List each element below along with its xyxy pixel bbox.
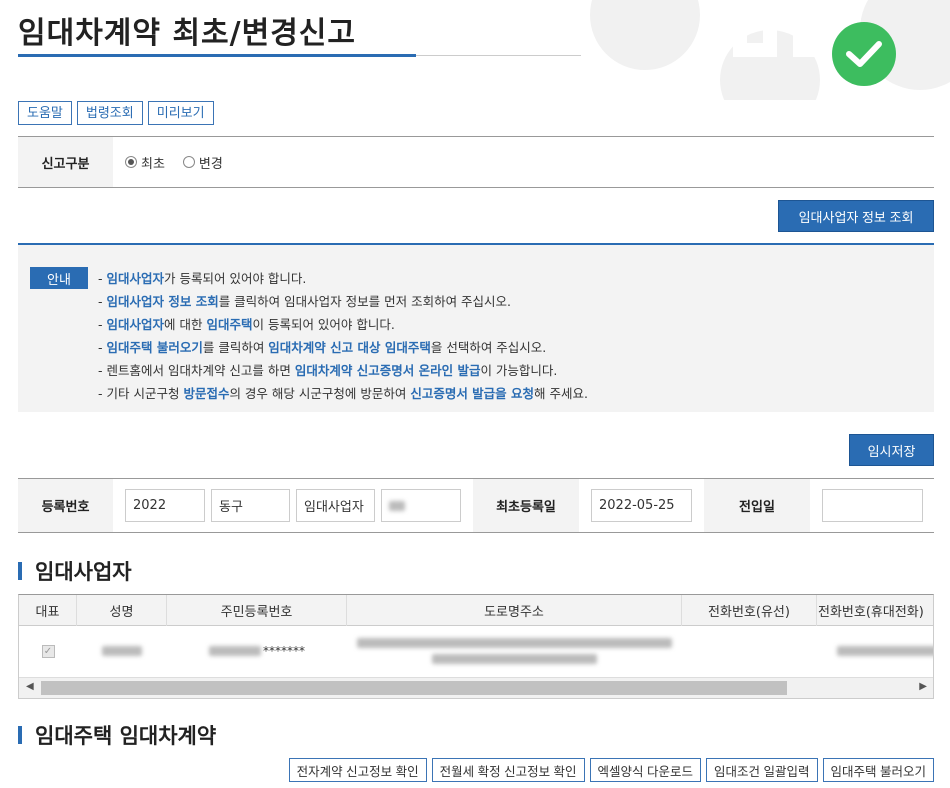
first-reg-date-field[interactable]: 2022-05-25	[591, 489, 692, 522]
move-in-label: 전입일	[704, 479, 810, 532]
lease-confirm-check-button[interactable]: 전월세 확정 신고정보 확인	[431, 758, 585, 782]
guide-highlight: 임대차계약 신고 대상 임대주택	[268, 340, 431, 355]
guide-text: 해 주세요.	[534, 386, 588, 401]
col-resident-id: 주민등록번호	[167, 595, 347, 626]
temp-save-button[interactable]: 임시저장	[849, 434, 934, 466]
col-phone: 전화번호(유선)	[682, 595, 817, 626]
report-type-row: 신고구분 최초 변경	[18, 136, 934, 188]
guide-text: 의 경우 해당 시군구청에 방문하여	[229, 386, 411, 401]
masked-id-prefix	[209, 646, 261, 656]
guide-highlight: 임대차계약 신고증명서 온라인 발급	[294, 363, 481, 378]
title-divider	[416, 55, 581, 56]
scroll-thumb[interactable]	[41, 681, 787, 695]
guide-text: 를 클릭하여 임대사업자 정보를 먼저 조회하여 주십시오.	[218, 294, 512, 309]
report-type-label: 신고구분	[18, 137, 113, 187]
guide-highlight: 임대사업자	[106, 271, 164, 286]
guide-highlight: 방문접수	[183, 386, 230, 401]
guide-highlight: 임대주택 불러오기	[106, 340, 203, 355]
scroll-left-icon[interactable]: ◀	[26, 681, 34, 692]
guide-text: 이 등록되어 있어야 합니다.	[252, 317, 395, 332]
guide-line: - 임대사업자 정보 조회를 클릭하여 임대사업자 정보를 먼저 조회하여 주십…	[98, 290, 588, 313]
guide-line: - 임대주택 불러오기를 클릭하여 임대차계약 신고 대상 임대주택을 선택하여…	[98, 336, 588, 359]
help-button[interactable]: 도움말	[18, 101, 72, 125]
e-contract-check-button[interactable]: 전자계약 신고정보 확인	[288, 758, 427, 782]
load-houses-button[interactable]: 임대주택 불러오기	[822, 758, 934, 782]
guide-line: - 임대사업자가 등록되어 있어야 합니다.	[98, 267, 588, 290]
guide-text: - 기타 시군구청	[98, 386, 184, 401]
guide-text: 에 대한	[164, 317, 207, 332]
title-underline	[18, 54, 416, 57]
guide-line: - 기타 시군구청 방문접수의 경우 해당 시군구청에 방문하여 신고증명서 발…	[98, 382, 588, 405]
radio-initial[interactable]: 최초	[125, 153, 165, 172]
first-reg-label: 최초등록일	[473, 479, 579, 532]
reg-type-field[interactable]: 임대사업자	[296, 489, 375, 522]
guide-highlight: 신고증명서 발급을 요청	[410, 386, 535, 401]
law-lookup-button[interactable]: 법령조회	[76, 101, 143, 125]
guide-text: 을 선택하여 주십시오.	[430, 340, 547, 355]
contract-button-group: 전자계약 신고정보 확인 전월세 확정 신고정보 확인 엑셀양식 다운로드 임대…	[288, 758, 934, 782]
col-mobile: 전화번호(휴대전화)	[818, 605, 924, 620]
registration-row: 등록번호 2022 동구 임대사업자 최초등록일 2022-05-25 전입일	[18, 478, 934, 533]
reg-serial-field[interactable]	[381, 489, 461, 522]
guide-line: - 임대사업자에 대한 임대주택이 등록되어 있어야 합니다.	[98, 313, 588, 336]
reg-year-field[interactable]: 2022	[125, 489, 205, 522]
masked-id: *******	[263, 644, 305, 658]
horizontal-scrollbar[interactable]: ◀ ▶	[19, 677, 933, 698]
col-address: 도로명주소	[347, 595, 682, 626]
top-button-group: 도움말 법령조회 미리보기	[18, 101, 214, 125]
masked-address-line2	[432, 654, 597, 664]
masked-name	[102, 646, 142, 656]
masked-serial	[389, 500, 405, 511]
guide-text: 가 등록되어 있어야 합니다.	[164, 271, 307, 286]
preview-button[interactable]: 미리보기	[147, 101, 214, 125]
contract-section-title: 임대주택 임대차계약	[18, 720, 216, 750]
col-name: 성명	[77, 595, 167, 626]
guide-text: - 렌트홈에서 임대차계약 신고를 하면	[98, 363, 295, 378]
table-header: 대표 성명 주민등록번호 도로명주소 전화번호(유선) 전화번호(휴대전화)	[19, 595, 933, 626]
check-icon	[832, 22, 896, 86]
guide-tag: 안내	[30, 267, 88, 289]
guide-line: - 렌트홈에서 임대차계약 신고를 하면 임대차계약 신고증명서 온라인 발급이…	[98, 359, 588, 382]
reg-district-field[interactable]: 동구	[211, 489, 290, 522]
radio-selected-icon	[125, 156, 137, 168]
guide-box: 안내 - 임대사업자가 등록되어 있어야 합니다. - 임대사업자 정보 조회를 …	[18, 243, 934, 412]
col-representative: 대표	[19, 595, 77, 626]
radio-empty-icon	[182, 156, 195, 168]
excel-download-button[interactable]: 엑셀양식 다운로드	[589, 758, 702, 782]
page-title: 임대차계약 최초/변경신고	[18, 16, 357, 51]
scroll-right-icon[interactable]: ▶	[919, 681, 927, 692]
guide-text: 를 클릭하여	[202, 340, 269, 355]
reg-number-label: 등록번호	[18, 479, 113, 532]
lessor-table: 대표 성명 주민등록번호 도로명주소 전화번호(유선) 전화번호(휴대전화) ✓…	[18, 594, 934, 699]
lessor-section-title: 임대사업자	[18, 556, 132, 586]
masked-address-line1	[357, 638, 672, 648]
masked-mobile	[837, 646, 933, 656]
guide-highlight: 임대주택	[206, 317, 253, 332]
guide-highlight: 임대사업자	[106, 317, 164, 332]
bulk-input-button[interactable]: 임대조건 일괄입력	[706, 758, 818, 782]
move-in-date-field[interactable]	[822, 489, 923, 522]
lessor-lookup-button[interactable]: 임대사업자 정보 조회	[778, 200, 934, 232]
guide-text: 이 가능합니다.	[480, 363, 558, 378]
radio-change[interactable]: 변경	[182, 153, 223, 172]
guide-highlight: 임대사업자 정보 조회	[106, 294, 219, 309]
guide-lines: - 임대사업자가 등록되어 있어야 합니다. - 임대사업자 정보 조회를 클릭하…	[98, 267, 588, 405]
representative-checkbox[interactable]: ✓	[41, 644, 55, 658]
